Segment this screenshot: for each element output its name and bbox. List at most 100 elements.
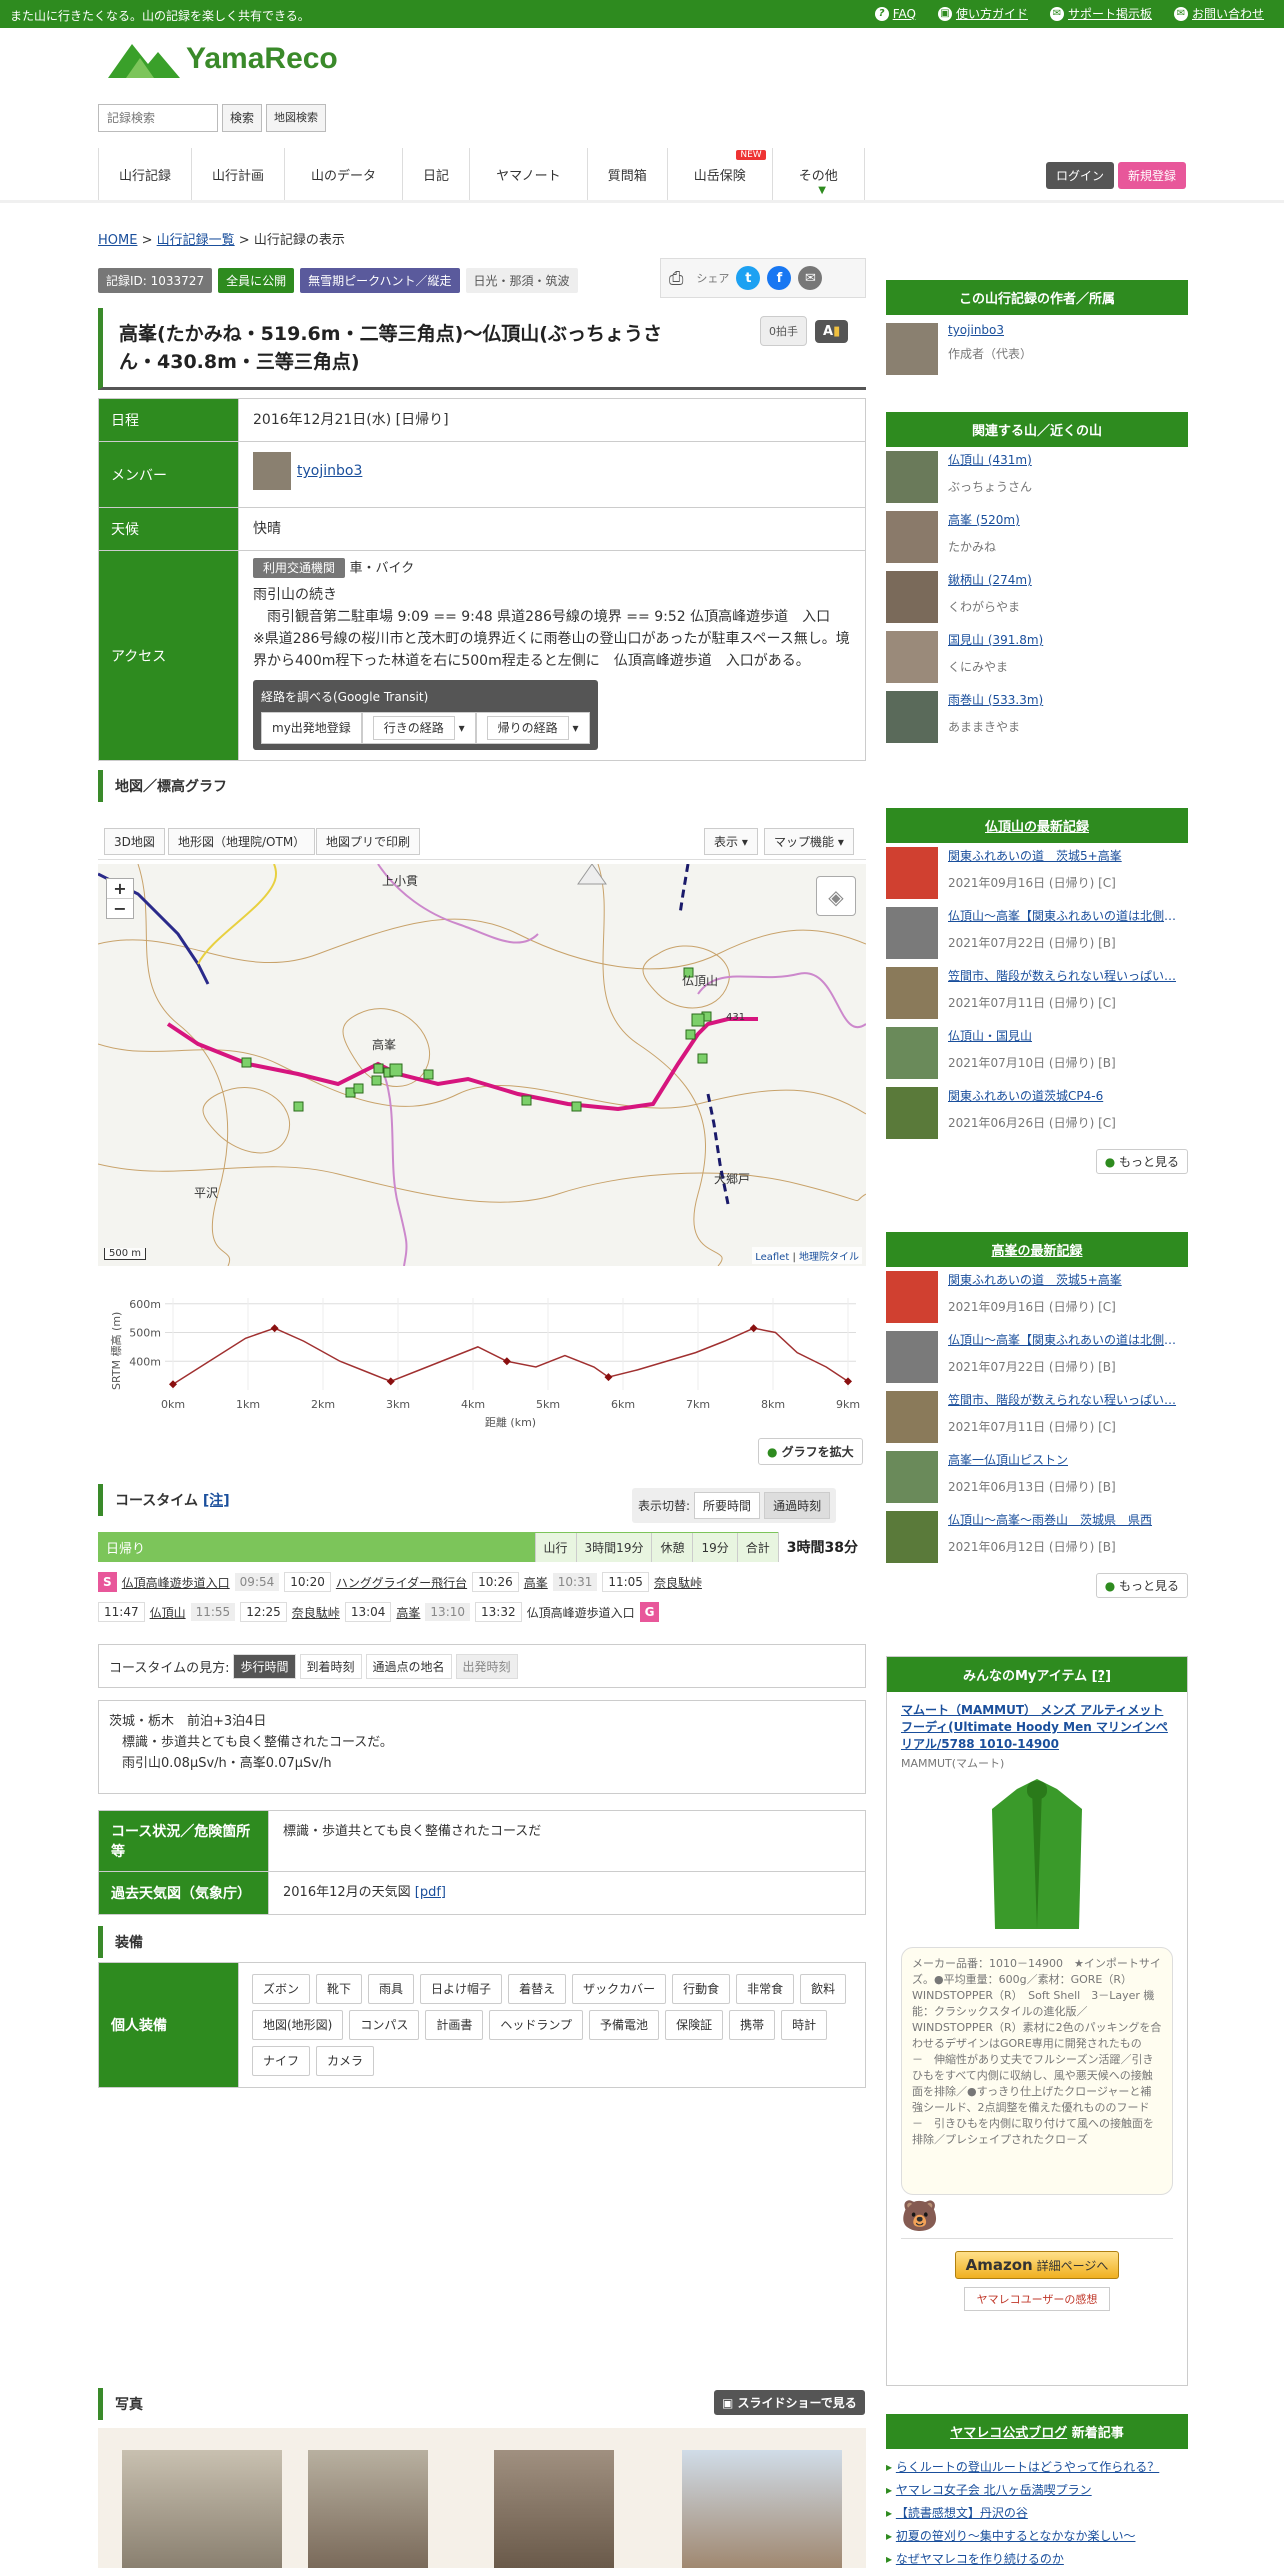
author-avatar[interactable] — [886, 323, 938, 375]
mountain-link[interactable]: 鍬柄山 (274m) — [948, 571, 1183, 588]
route-map[interactable]: + − ◈ 上小貫 仏頂山 高峯 平沢 大郷戸 431 500 m Leafle… — [98, 864, 866, 1266]
record-thumb[interactable] — [886, 1271, 938, 1323]
mountain-thumb[interactable] — [886, 451, 938, 503]
map-search-button[interactable]: 地図検索 — [266, 104, 327, 132]
mountain-link[interactable]: 雨巻山 (533.3m) — [948, 691, 1183, 708]
support-text[interactable]: サポート掲示板 — [1068, 5, 1152, 22]
slideshow-button[interactable]: ▣ スライドショーで見る — [714, 2390, 865, 2415]
record-item[interactable]: 高峯一仏頂山ピストン 2021年06月13日 (日帰り) [B] — [886, 1447, 1188, 1507]
pdf-link[interactable]: [pdf] — [415, 1885, 446, 1900]
record-thumb[interactable] — [886, 1087, 938, 1139]
mountain-link[interactable]: 仏頂山 (431m) — [948, 451, 1183, 468]
record-link[interactable]: 笠間市、階段が数えられない程いっぱい… — [948, 967, 1183, 984]
mountain-link[interactable]: 高峯 (520m) — [948, 511, 1183, 528]
blog-item[interactable]: ▸ 【読書感想文】丹沢の谷 — [886, 2501, 1188, 2524]
guide-link[interactable]: ▣ 使い方ガイド — [937, 5, 1028, 22]
record-item[interactable]: 仏頂山～高峯～雨巻山 茨城県 県西 2021年06月12日 (日帰り) [B] — [886, 1507, 1188, 1567]
course-point-link[interactable]: 高峯 — [524, 1574, 548, 1591]
nav-yamanote[interactable]: ヤマノート — [470, 148, 588, 200]
record-thumb[interactable] — [886, 907, 938, 959]
review-button[interactable]: ヤマレコユーザーの感想 — [963, 2287, 1111, 2311]
mountain-item[interactable]: 鍬柄山 (274m) くわがらやま — [886, 567, 1188, 627]
record-thumb[interactable] — [886, 967, 938, 1019]
jacket-image[interactable] — [987, 1779, 1087, 1939]
record-link[interactable]: 関東ふれあいの道 茨城5+高峯 — [948, 847, 1183, 864]
switch-passing-time[interactable]: 通過時刻 — [764, 1492, 831, 1519]
blog-link[interactable]: なぜヤマレコを作り続けるのか — [896, 2552, 1064, 2566]
mountain-thumb[interactable] — [886, 631, 938, 683]
course-note-link[interactable]: [注] — [203, 1493, 230, 1509]
nav-mountain-data[interactable]: 山のデータ — [285, 148, 404, 200]
items-note[interactable]: [?] — [1092, 1669, 1111, 1684]
course-point-link[interactable]: 仏頂高峰遊歩道入口 — [122, 1574, 230, 1591]
search-input[interactable] — [98, 104, 218, 132]
record-item[interactable]: 仏頂山～高峯【関東ふれあいの道は北側から… 2021年07月22日 (日帰り) [… — [886, 903, 1188, 963]
nav-other[interactable]: その他 ▼ — [773, 148, 865, 200]
mail-share-icon[interactable]: ✉ — [798, 266, 823, 290]
breadcrumb-home[interactable]: HOME — [98, 233, 137, 248]
zoom-out-button[interactable]: − — [107, 899, 133, 918]
map-terrain-button[interactable]: 地形図（地理院/OTM） — [168, 828, 316, 855]
record-thumb[interactable] — [886, 1511, 938, 1563]
map-print-button[interactable]: 地図プリで印刷 — [316, 828, 421, 855]
item-name-link[interactable]: マムート（MAMMUT） メンズ アルティメット フーディ(Ultimate H… — [901, 1702, 1173, 1753]
record-link[interactable]: 高峯一仏頂山ピストン — [948, 1451, 1183, 1468]
photo-thumb[interactable] — [308, 2450, 428, 2568]
record-item[interactable]: 仏頂山～高峯【関東ふれあいの道は北側から… 2021年07月22日 (日帰り) [… — [886, 1327, 1188, 1387]
mountain-link[interactable]: 国見山 (391.8m) — [948, 631, 1183, 648]
mountain-item[interactable]: 国見山 (391.8m) くにみやま — [886, 627, 1188, 687]
map-function-button[interactable]: マップ機能 ▾ — [764, 828, 854, 855]
leaflet-link[interactable]: Leaflet — [755, 1252, 789, 1263]
facebook-icon[interactable]: f — [767, 266, 792, 290]
route-origin-button[interactable]: my出発地登録 — [261, 712, 362, 744]
gsi-link[interactable]: 地理院タイル — [799, 1252, 859, 1263]
signup-button[interactable]: 新規登録 — [1117, 162, 1186, 189]
print-icon[interactable]: ⎙ — [669, 268, 683, 289]
record-thumb[interactable] — [886, 1451, 938, 1503]
route-go-button[interactable]: 行きの経路 ▾ — [361, 712, 476, 744]
font-size-button[interactable]: A▮ — [815, 319, 849, 343]
course-point-link[interactable]: 仏頂山 — [150, 1604, 186, 1621]
layers-icon[interactable]: ◈ — [816, 876, 856, 916]
faq-link[interactable]: ? FAQ — [874, 5, 916, 22]
map-display-button[interactable]: 表示 ▾ — [704, 828, 758, 855]
blog-head-link[interactable]: ヤマレコ公式ブログ — [950, 2426, 1067, 2441]
blog-link[interactable]: 【読書感想文】丹沢の谷 — [896, 2506, 1028, 2520]
record-item[interactable]: 仏頂山・国見山 2021年07月10日 (日帰り) [B] — [886, 1023, 1188, 1083]
area-badge[interactable]: 日光・那須・筑波 — [465, 268, 578, 293]
course-point-link[interactable]: 奈良駄峠 — [654, 1574, 702, 1591]
mountain-item[interactable]: 高峯 (520m) たかみね — [886, 507, 1188, 567]
record-thumb[interactable] — [886, 847, 938, 899]
breadcrumb-list[interactable]: 山行記録一覧 — [157, 233, 235, 248]
course-point-link[interactable]: 奈良駄峠 — [292, 1604, 340, 1621]
record-link[interactable]: 笠間市、階段が数えられない程いっぱい… — [948, 1391, 1183, 1408]
latest1-head-link[interactable]: 仏頂山の最新記録 — [985, 820, 1089, 835]
avatar[interactable] — [253, 452, 291, 490]
contact-text[interactable]: お問い合わせ — [1192, 5, 1264, 22]
twitter-icon[interactable]: t — [736, 266, 761, 290]
applause-button[interactable]: 0拍手 — [760, 316, 807, 346]
record-link[interactable]: 仏頂山～高峯【関東ふれあいの道は北側から… — [948, 907, 1183, 924]
course-point-link[interactable]: ハンググライダー飛行台 — [336, 1574, 467, 1591]
record-link[interactable]: 関東ふれあいの道 茨城5+高峯 — [948, 1271, 1183, 1288]
enlarge-graph-button[interactable]: ● グラフを拡大 — [758, 1438, 863, 1465]
mountain-item[interactable]: 雨巻山 (533.3m) あままきやま — [886, 687, 1188, 747]
record-item[interactable]: 笠間市、階段が数えられない程いっぱい… 2021年07月11日 (日帰り) [C] — [886, 1387, 1188, 1447]
blog-item[interactable]: ▸ 初夏の笹刈り～集中するとなかなか楽しい～ — [886, 2524, 1188, 2547]
login-button[interactable]: ログイン — [1045, 162, 1114, 189]
guide-text[interactable]: 使い方ガイド — [956, 5, 1028, 22]
record-item[interactable]: 関東ふれあいの道 茨城5+高峯 2021年09月16日 (日帰り) [C] — [886, 843, 1188, 903]
author-link[interactable]: tyojinbo3 — [948, 323, 1004, 337]
nav-plans[interactable]: 山行計画 — [192, 148, 286, 200]
mountain-thumb[interactable] — [886, 691, 938, 743]
amazon-button[interactable]: Amazon 詳細ページへ — [954, 2251, 1120, 2279]
blog-item[interactable]: ▸ らくルートの登山ルートはどうやって作られる？ — [886, 2455, 1188, 2478]
mountain-item[interactable]: 仏頂山 (431m) ぶっちょうさん — [886, 447, 1188, 507]
blog-link[interactable]: らくルートの登山ルートはどうやって作られる？ — [896, 2460, 1159, 2474]
latest2-head-link[interactable]: 高峯の最新記録 — [991, 1244, 1082, 1259]
mountain-thumb[interactable] — [886, 511, 938, 563]
record-item[interactable]: 関東ふれあいの道 茨城5+高峯 2021年09月16日 (日帰り) [C] — [886, 1267, 1188, 1327]
faq-text[interactable]: FAQ — [893, 7, 916, 21]
map-3d-button[interactable]: 3D地図 — [104, 828, 165, 855]
nav-records[interactable]: 山行記録 — [98, 148, 193, 200]
